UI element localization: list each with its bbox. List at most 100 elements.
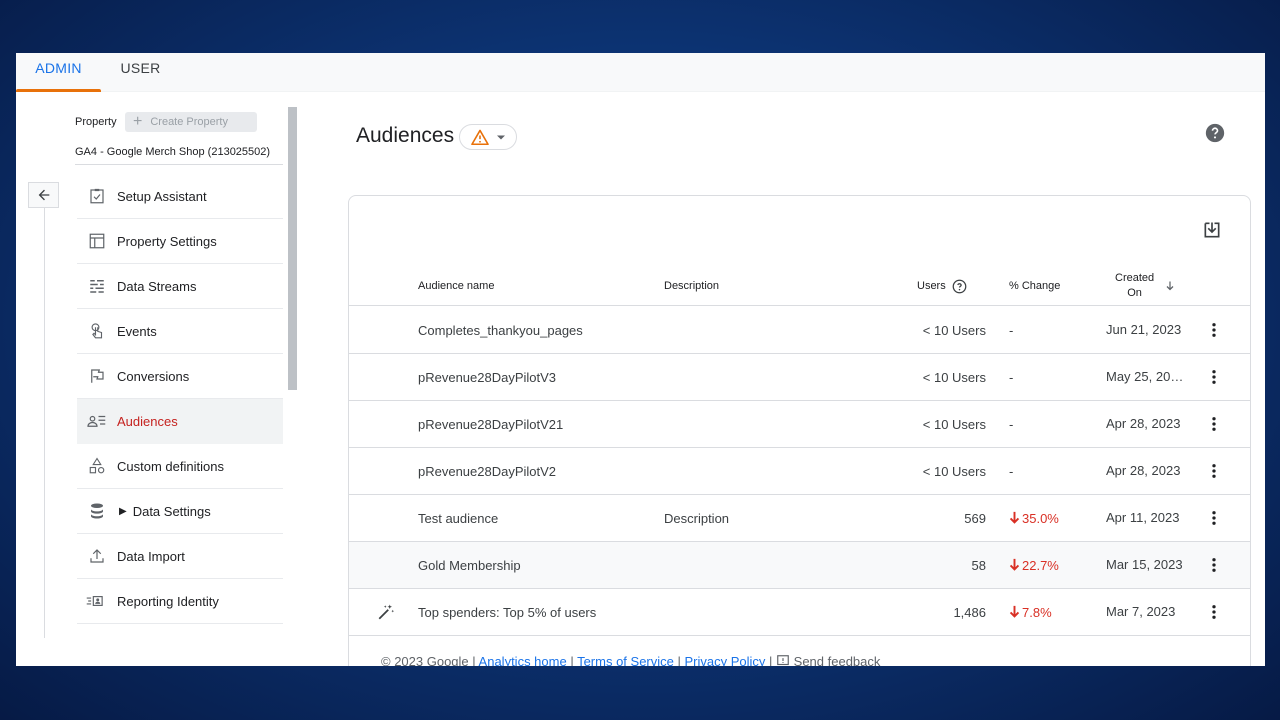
audience-change: - [1009, 322, 1014, 338]
header-audience-name[interactable]: Audience name [418, 266, 494, 306]
layout-icon [77, 232, 117, 250]
audience-description: Description [664, 510, 730, 526]
header-users[interactable]: Users [917, 266, 967, 306]
dropdown-arrow-icon [497, 135, 505, 139]
sort-down-arrow-icon[interactable] [1164, 280, 1176, 292]
audience-change: - [1009, 463, 1014, 479]
nav-item-data-settings[interactable]: ▶ Data Settings [77, 489, 283, 534]
nav-item-label: Conversions [117, 368, 190, 384]
tab-admin[interactable]: ADMIN [16, 53, 101, 92]
nav-item-setup-assistant[interactable]: Setup Assistant [77, 174, 283, 219]
nav-item-events[interactable]: Events [77, 309, 283, 354]
more-vert-icon[interactable] [1205, 542, 1223, 588]
more-vert-icon[interactable] [1205, 354, 1223, 400]
expand-arrow-icon[interactable]: ▶ [119, 506, 127, 517]
audience-name[interactable]: Gold Membership [418, 542, 521, 588]
shapes-icon [77, 457, 117, 475]
back-button[interactable] [28, 182, 59, 208]
audience-users: 1,486 [953, 604, 986, 620]
header-created-line1: Created [1115, 272, 1155, 284]
audiences-table-card: Audience name Description Users % Change… [348, 195, 1251, 666]
audience-users: 569 [964, 510, 986, 526]
arrow-back-icon [38, 189, 49, 201]
nav-item-audiences[interactable]: Audiences [77, 399, 283, 444]
nav-item-label: Data Import [117, 548, 185, 564]
property-name[interactable]: GA4 - Google Merch Shop (213025502) [75, 146, 270, 158]
audience-name[interactable]: pRevenue28DayPilotV3 [418, 354, 556, 400]
audience-name[interactable]: pRevenue28DayPilotV21 [418, 401, 563, 447]
nav-item-reporting-identity[interactable]: Reporting Identity [77, 579, 283, 624]
reporting-identity-icon [77, 594, 117, 608]
download-icon[interactable] [1202, 220, 1222, 245]
more-vert-icon[interactable] [1205, 495, 1223, 541]
more-vert-icon[interactable] [1205, 307, 1223, 353]
nav-item-label: Audiences [117, 413, 178, 429]
footer-copyright: © 2023 Google | [381, 654, 476, 666]
checklist-icon [77, 187, 117, 205]
nav-item-label: Data Streams [117, 278, 197, 294]
database-icon [77, 502, 117, 520]
table-row[interactable]: pRevenue28DayPilotV21 < 10 Users - Apr 28, … [349, 401, 1250, 448]
tab-user[interactable]: USER [113, 53, 168, 92]
nav-item-data-streams[interactable]: Data Streams [77, 264, 283, 309]
audience-created-on: Apr 28, 2023 [1106, 463, 1181, 478]
audience-name[interactable]: pRevenue28DayPilotV2 [418, 448, 556, 494]
audience-users: 58 [971, 557, 986, 573]
audience-created-on: May 25, 2023 [1106, 369, 1184, 384]
admin-nav: Setup Assistant Property Settings Data S… [77, 174, 283, 624]
audience-created-on: Apr 28, 2023 [1106, 416, 1181, 431]
arrow-down-icon [1009, 605, 1020, 618]
header-change[interactable]: % Change [1009, 266, 1060, 306]
magic-wand-icon [377, 589, 395, 635]
upload-icon [77, 547, 117, 565]
table-row[interactable]: Gold Membership 58 22.7% Mar 15, 2023 [349, 542, 1250, 589]
audience-created-on: Apr 11, 2023 [1106, 510, 1180, 525]
audience-change: 22.7% [1009, 542, 1059, 588]
audience-users: < 10 Users [922, 416, 986, 432]
audience-change-value: 7.8% [1022, 604, 1052, 620]
more-vert-icon[interactable] [1205, 448, 1223, 494]
table-row[interactable]: Test audience Description 569 35.0% Apr 11, … [349, 495, 1250, 542]
help-icon[interactable] [1205, 123, 1225, 148]
table-row[interactable]: pRevenue28DayPilotV2 < 10 Users - Apr 28, 2… [349, 448, 1250, 495]
audience-name[interactable]: Top spenders: Top 5% of users [418, 589, 596, 635]
header-created-on[interactable]: Created On [1115, 266, 1176, 306]
table-row[interactable]: Top spenders: Top 5% of users 1,486 7.8% Ma… [349, 589, 1250, 636]
nav-item-data-import[interactable]: Data Import [77, 534, 283, 579]
audience-change: 35.0% [1009, 495, 1059, 541]
flag-icon [77, 367, 117, 385]
nav-item-custom-definitions[interactable]: Custom definitions [77, 444, 283, 489]
audience-icon [77, 412, 117, 430]
table-row[interactable]: pRevenue28DayPilotV3 < 10 Users - May 25, 2… [349, 354, 1250, 401]
page-title: Audiences [356, 124, 455, 147]
audience-name[interactable]: Completes_thankyou_pages [418, 307, 583, 353]
more-vert-icon[interactable] [1205, 401, 1223, 447]
footer-link-analytics-home[interactable]: Analytics home [479, 654, 567, 666]
create-property-label: Create Property [150, 116, 228, 128]
help-outline-icon[interactable] [952, 279, 967, 294]
audience-users: < 10 Users [922, 369, 986, 385]
more-vert-icon[interactable] [1205, 589, 1223, 635]
footer-link-privacy[interactable]: Privacy Policy [685, 654, 766, 666]
top-tab-bar: ADMIN USER [16, 53, 1265, 92]
table-header: Audience name Description Users % Change… [349, 266, 1250, 306]
nav-item-label: Data Settings [132, 503, 211, 519]
send-feedback-link[interactable]: Send feedback [794, 654, 881, 666]
nav-item-property-settings[interactable]: Property Settings [77, 219, 283, 264]
create-property-button[interactable]: + Create Property [125, 112, 257, 132]
audience-users: < 10 Users [922, 322, 986, 338]
table-row[interactable]: Completes_thankyou_pages < 10 Users - Jun 2… [349, 307, 1250, 354]
nav-item-conversions[interactable]: Conversions [77, 354, 283, 399]
footer-link-terms[interactable]: Terms of Service [577, 654, 674, 666]
audience-change-value: 22.7% [1022, 557, 1059, 573]
audience-warning-dropdown[interactable] [459, 124, 517, 150]
header-created-line2: On [1127, 287, 1142, 299]
nav-item-label: Reporting Identity [117, 593, 219, 609]
audience-name[interactable]: Test audience [418, 495, 498, 541]
header-created-label: Created On [1115, 271, 1154, 301]
nav-scrollbar[interactable] [288, 107, 297, 390]
header-description: Description [664, 280, 720, 292]
plus-icon: + [133, 113, 143, 130]
audience-created-on: Mar 15, 2023 [1106, 557, 1183, 572]
footer: © 2023 Google | Analytics home | Terms o… [381, 654, 880, 666]
